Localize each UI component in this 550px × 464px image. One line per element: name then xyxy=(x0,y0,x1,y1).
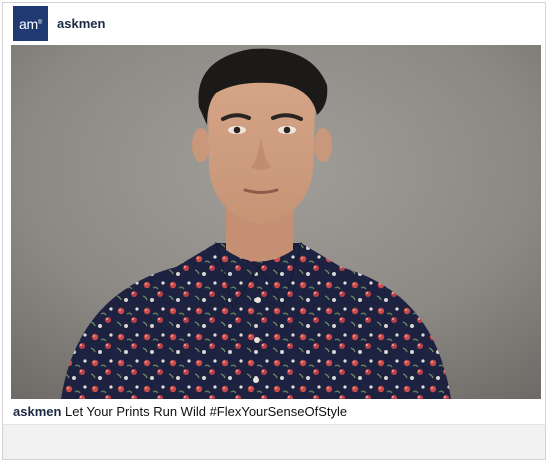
post-header: am ® askmen xyxy=(3,3,545,45)
post-card: am ® askmen askmen Let Your Prints Run W… xyxy=(2,2,546,460)
caption-text: Let Your Prints Run Wild #FlexYourSenseO… xyxy=(65,404,348,419)
avatar-registered-mark: ® xyxy=(37,19,42,26)
avatar[interactable]: am ® xyxy=(13,6,48,41)
avatar-text: am xyxy=(19,15,38,32)
post-footer xyxy=(3,424,545,459)
post-caption: askmen Let Your Prints Run Wild #FlexYou… xyxy=(13,404,347,419)
caption-handle[interactable]: askmen xyxy=(13,404,61,419)
portrait-illustration xyxy=(11,45,541,399)
account-handle[interactable]: askmen xyxy=(57,16,105,31)
post-photo[interactable] xyxy=(11,45,541,399)
